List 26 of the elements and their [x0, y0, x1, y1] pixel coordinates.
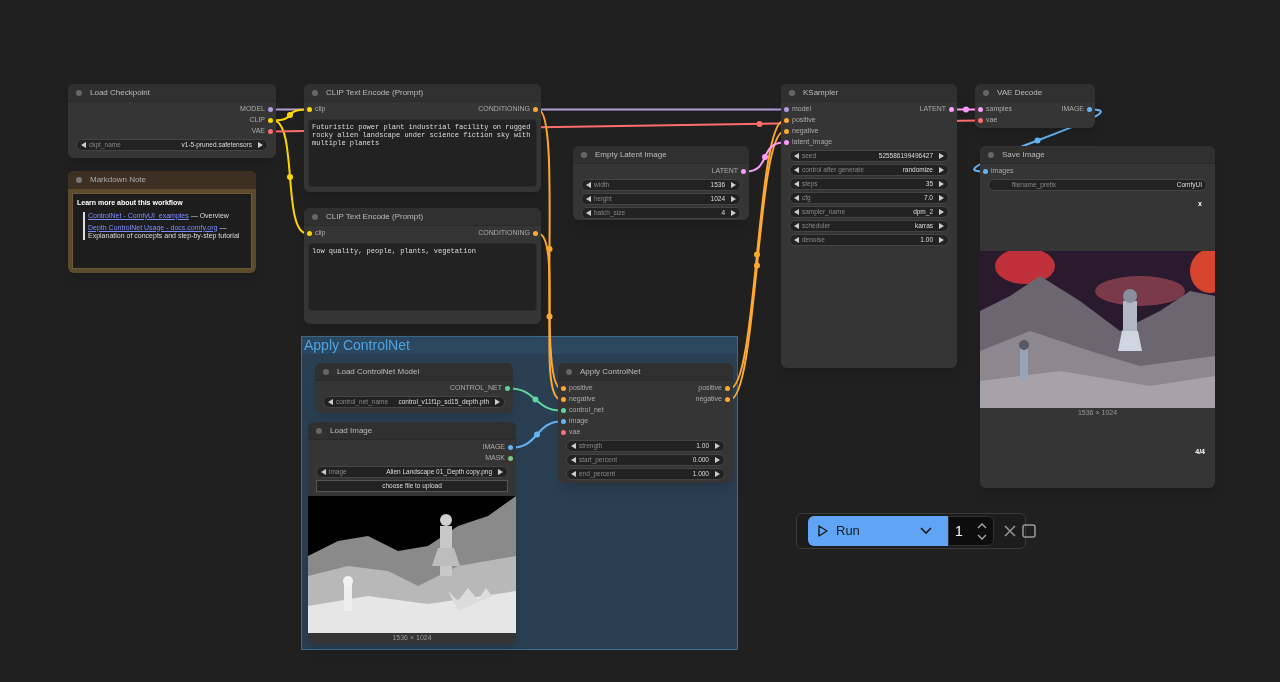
node-title: CLIP Text Encode (Prompt): [326, 210, 424, 223]
group-title[interactable]: Apply ControlNet: [302, 337, 737, 354]
node-title-bar[interactable]: Load Image: [308, 422, 516, 440]
node-title: VAE Decode: [997, 86, 1043, 99]
node-title-bar[interactable]: Load Checkpoint: [68, 84, 276, 102]
node-title: Load ControlNet Model: [337, 365, 420, 378]
node-title: Load Image: [330, 424, 373, 437]
run-button[interactable]: Run: [808, 516, 904, 546]
node-title: CLIP Text Encode (Prompt): [326, 86, 424, 99]
node-title-bar[interactable]: Save Image: [980, 146, 1215, 164]
node-title: Markdown Note: [90, 174, 147, 186]
node-title-bar[interactable]: KSampler: [781, 84, 957, 102]
node-title-bar[interactable]: Markdown Note: [68, 171, 256, 189]
node-title-bar[interactable]: Empty Latent Image: [573, 146, 749, 164]
queue-count-field[interactable]: 1: [948, 516, 994, 546]
node-title: Save Image: [1002, 148, 1045, 161]
node-title: Load Checkpoint: [90, 86, 151, 99]
queue-count-value: 1: [955, 521, 963, 541]
node-title-bar[interactable]: Apply ControlNet: [558, 363, 733, 381]
node-title-bar[interactable]: CLIP Text Encode (Prompt): [304, 84, 541, 102]
node-title: Empty Latent Image: [595, 148, 667, 161]
node-title-bar[interactable]: Load ControlNet Model: [315, 363, 513, 381]
node-title: KSampler: [803, 86, 839, 99]
node-title-bar[interactable]: VAE Decode: [975, 84, 1095, 102]
node-title: Apply ControlNet: [580, 365, 641, 378]
node-title-bar[interactable]: CLIP Text Encode (Prompt): [304, 208, 541, 226]
